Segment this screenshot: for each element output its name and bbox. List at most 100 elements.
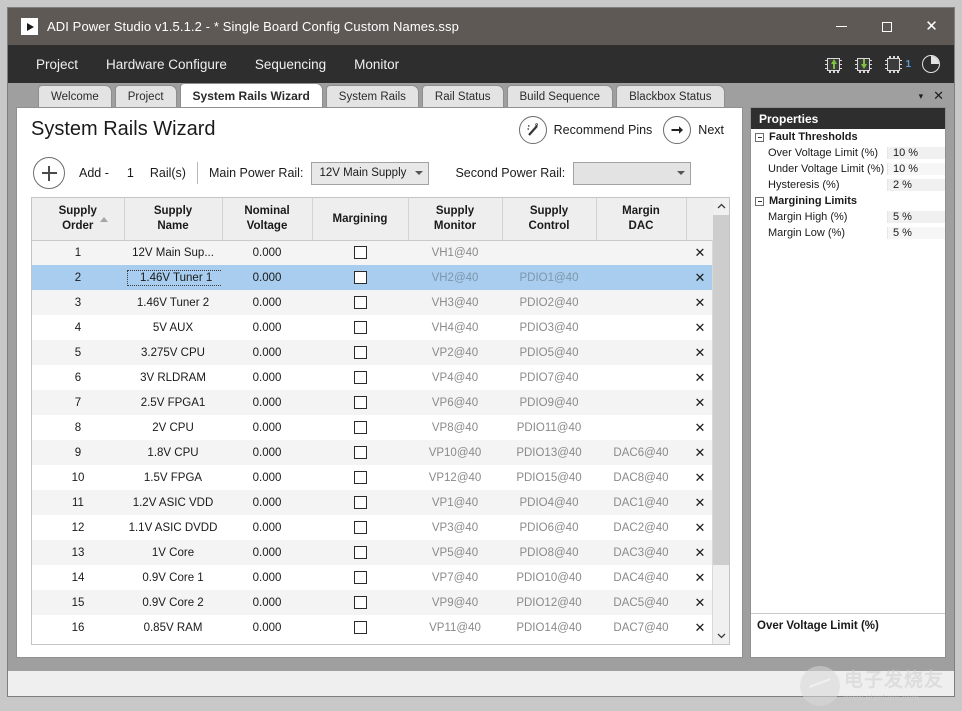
cell-delete[interactable]: ✕ [686,290,714,315]
property-group[interactable]: Margining Limits [751,193,945,209]
next-label[interactable]: Next [698,123,724,137]
chevron-down-icon[interactable]: ▾ [919,91,924,102]
property-value[interactable]: 10 % [887,163,945,175]
margining-checkbox[interactable] [353,346,367,359]
cell-control[interactable]: PDIO6@40 [502,515,596,540]
collapse-expander-icon[interactable] [755,196,764,206]
menu-item-hardware-configure[interactable]: Hardware Configure [92,45,241,83]
minimize-button[interactable] [819,8,864,45]
cell-dac[interactable] [596,265,686,290]
cell-name[interactable]: 5V AUX [124,315,222,340]
cell-name[interactable]: 1V Core [124,540,222,565]
cell-order[interactable]: 11 [32,490,124,515]
cell-delete[interactable]: ✕ [686,590,714,615]
cell-name[interactable]: 1.8V CPU [124,440,222,465]
cell-control[interactable]: PDIO13@40 [502,440,596,465]
cell-dac[interactable] [596,390,686,415]
delete-row-icon[interactable]: ✕ [695,295,706,310]
upload-to-device-icon[interactable] [824,55,843,74]
property-row[interactable]: Under Voltage Limit (%) 10 % [751,161,945,177]
cell-monitor[interactable]: VP12@40 [408,465,502,490]
column-header-supply-name[interactable]: Supply Name [124,198,223,241]
cell-delete[interactable]: ✕ [686,365,714,390]
cell-delete[interactable]: ✕ [686,465,714,490]
margining-checkbox[interactable] [353,421,367,434]
cell-delete[interactable]: ✕ [686,615,714,640]
cell-control[interactable]: PDIO2@40 [502,290,596,315]
cell-monitor[interactable]: VP2@40 [408,340,502,365]
cell-control[interactable]: PDIO5@40 [502,340,596,365]
cell-margining[interactable] [312,590,408,615]
delete-row-icon[interactable]: ✕ [695,495,706,510]
cell-control[interactable] [502,240,596,265]
cell-margining[interactable] [312,440,408,465]
cell-dac[interactable] [596,290,686,315]
main-power-rail-select[interactable]: 12V Main Supply [311,161,430,185]
cell-control[interactable]: PDIO10@40 [502,565,596,590]
cell-dac[interactable] [596,315,686,340]
table-vertical-scrollbar[interactable] [712,198,729,644]
cell-monitor[interactable]: VP11@40 [408,615,502,640]
cell-dac[interactable]: DAC1@40 [596,490,686,515]
collapse-expander-icon[interactable] [755,132,764,142]
delete-row-icon[interactable]: ✕ [695,245,706,260]
cell-control[interactable]: PDIO11@40 [502,415,596,440]
margining-checkbox[interactable] [353,621,367,634]
tab-blackbox-status[interactable]: Blackbox Status [616,85,725,107]
cell-monitor[interactable]: VH2@40 [408,265,502,290]
cell-order[interactable]: 8 [32,415,124,440]
cell-monitor[interactable]: VP9@40 [408,590,502,615]
tab-system-rails-wizard[interactable]: System Rails Wizard [179,83,323,107]
menu-item-project[interactable]: Project [22,45,92,83]
table-row[interactable]: 7 2.5V FPGA1 0.000 VP6@40 PDIO9@40 ✕ [32,390,714,415]
cell-dac[interactable] [596,415,686,440]
table-row[interactable]: 5 3.275V CPU 0.000 VP2@40 PDIO5@40 ✕ [32,340,714,365]
cell-voltage[interactable]: 0.000 [222,565,312,590]
property-row[interactable]: Margin High (%) 5 % [751,209,945,225]
scroll-down-button[interactable] [713,627,729,644]
cell-monitor[interactable]: VH1@40 [408,240,502,265]
margining-checkbox[interactable] [353,271,367,284]
margining-checkbox[interactable] [353,471,367,484]
cell-control[interactable]: PDIO8@40 [502,540,596,565]
property-row[interactable]: Hysteresis (%) 2 % [751,177,945,193]
cell-voltage[interactable]: 0.000 [222,415,312,440]
cell-dac[interactable] [596,240,686,265]
cell-monitor[interactable]: VP4@40 [408,365,502,390]
cell-monitor[interactable]: VP10@40 [408,440,502,465]
table-row[interactable]: 12 1.1V ASIC DVDD 0.000 VP3@40 PDIO6@40 DAC2@… [32,515,714,540]
property-row[interactable]: Margin Low (%) 5 % [751,225,945,241]
cell-margining[interactable] [312,340,408,365]
cell-voltage[interactable]: 0.000 [222,315,312,340]
arrow-right-icon[interactable] [663,115,692,144]
delete-row-icon[interactable]: ✕ [695,270,706,285]
property-value[interactable]: 5 % [887,211,945,223]
cell-order[interactable]: 14 [32,565,124,590]
table-row[interactable]: 2 1.46V Tuner 1 0.000 VH2@40 PDIO1@40 ✕ [32,265,714,290]
cell-delete[interactable]: ✕ [686,265,714,290]
cell-order[interactable]: 13 [32,540,124,565]
add-rail-button[interactable] [33,157,65,189]
column-header-supply-monitor[interactable]: Supply Monitor [408,198,503,241]
cell-margining[interactable] [312,615,408,640]
cell-delete[interactable]: ✕ [686,490,714,515]
column-header-margining[interactable]: Margining [312,198,409,241]
cell-voltage[interactable]: 0.000 [222,265,312,290]
cell-dac[interactable]: DAC7@40 [596,615,686,640]
tab-build-sequence[interactable]: Build Sequence [506,85,614,107]
cell-voltage[interactable]: 0.000 [222,515,312,540]
tab-system-rails[interactable]: System Rails [325,85,419,107]
delete-row-icon[interactable]: ✕ [695,370,706,385]
cell-margining[interactable] [312,415,408,440]
column-header-margin-dac[interactable]: Margin DAC [596,198,687,241]
cell-voltage[interactable]: 0.000 [222,615,312,640]
table-row[interactable]: 16 0.85V RAM 0.000 VP11@40 PDIO14@40 DAC7@40 ✕ [32,615,714,640]
menu-item-sequencing[interactable]: Sequencing [241,45,340,83]
cell-margining[interactable] [312,365,408,390]
rail-count-value[interactable]: 1 [127,166,134,180]
cell-dac[interactable]: DAC4@40 [596,565,686,590]
tab-project[interactable]: Project [114,85,177,107]
cell-control[interactable]: PDIO7@40 [502,365,596,390]
table-row[interactable]: 15 0.9V Core 2 0.000 VP9@40 PDIO12@40 DAC5@40… [32,590,714,615]
cell-dac[interactable] [596,340,686,365]
